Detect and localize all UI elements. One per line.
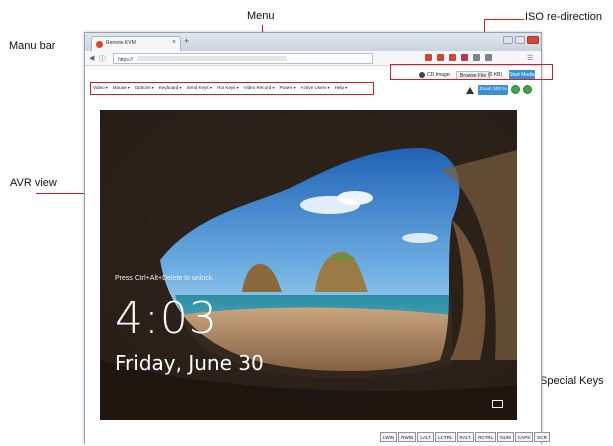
lock-hint-text: Press Ctrl+Alt+Delete to unlock. xyxy=(115,275,215,282)
key-rwin[interactable]: RWIN xyxy=(398,432,417,442)
url-field[interactable]: https:// xyxy=(113,53,373,64)
key-num[interactable]: NUM xyxy=(497,432,514,442)
new-tab-icon[interactable]: + xyxy=(184,36,189,46)
close-window-icon[interactable] xyxy=(527,36,539,44)
key-lalt[interactable]: LALT xyxy=(417,432,434,442)
key-rctrl[interactable]: RCTRL xyxy=(474,432,497,442)
annotation-manu-bar: Manu bar xyxy=(9,40,56,52)
iso-highlight xyxy=(390,64,553,80)
minimize-icon[interactable] xyxy=(503,36,513,44)
home-icon[interactable] xyxy=(449,54,456,61)
special-keys-bar: LWIN RWIN LALT LCTRL RALT RCTRL NUM CAPS SCR xyxy=(380,432,551,443)
kvm-favicon-icon xyxy=(96,41,103,48)
warning-icon[interactable] xyxy=(466,87,474,94)
maximize-icon[interactable] xyxy=(515,36,525,44)
tab-title: Remote KVM xyxy=(106,40,136,46)
lock-date: Friday, June 30 xyxy=(115,351,264,375)
back-icon[interactable]: ◀ xyxy=(89,54,94,62)
key-caps[interactable]: CAPS xyxy=(514,432,534,442)
browser-tab[interactable]: Remote KVM × xyxy=(91,36,181,51)
key-lctrl[interactable]: LCTRL xyxy=(434,432,456,442)
refresh-green-icon[interactable] xyxy=(511,85,520,94)
iso-callout-horizontal xyxy=(484,19,524,20)
menu-bar-highlight xyxy=(90,82,374,95)
annotation-iso: ISO re-direction xyxy=(525,11,603,23)
bookmark-icon[interactable] xyxy=(437,54,444,61)
title-bar: Remote KVM × + xyxy=(85,33,541,51)
key-scr[interactable]: SCR xyxy=(534,432,550,442)
hamburger-menu-icon[interactable]: ☰ xyxy=(527,54,533,62)
extension-icon[interactable] xyxy=(485,54,492,61)
key-lwin[interactable]: LWIN xyxy=(380,432,398,442)
url-blurred xyxy=(137,56,288,61)
network-icon xyxy=(492,400,503,408)
send-icon[interactable] xyxy=(473,54,480,61)
power-green-icon[interactable] xyxy=(523,85,532,94)
download-icon[interactable] xyxy=(425,54,432,61)
annotation-special-keys: Special Keys xyxy=(540,375,604,387)
info-icon[interactable]: ⓘ xyxy=(99,54,106,64)
annotation-menu: Menu xyxy=(247,10,275,22)
pocket-icon[interactable] xyxy=(461,54,468,61)
annotation-avr-view: AVR view xyxy=(10,177,57,189)
lock-clock: 4:03 xyxy=(115,293,218,344)
key-ralt[interactable]: RALT xyxy=(456,432,474,442)
zoom-button[interactable]: Zoom 100 % xyxy=(478,85,508,95)
url-text: https:// xyxy=(118,57,134,63)
avr-view[interactable]: Press Ctrl+Alt+Delete to unlock. 4:03 Fr… xyxy=(100,110,517,420)
tab-close-icon[interactable]: × xyxy=(172,39,176,46)
